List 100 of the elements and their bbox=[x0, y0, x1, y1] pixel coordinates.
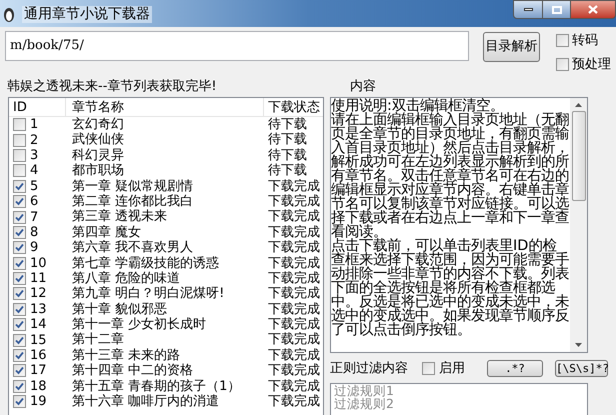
table-row[interactable]: 13 第十章 貌似邪恶 下载完成 bbox=[9, 302, 323, 318]
checkbox[interactable] bbox=[13, 164, 26, 178]
table-row[interactable]: 16 第十三章 未来的路 下载完成 bbox=[9, 348, 323, 364]
checkbox[interactable] bbox=[13, 118, 26, 132]
checkbox[interactable] bbox=[556, 58, 569, 71]
checkbox[interactable] bbox=[13, 148, 26, 162]
table-cell-text: 第十二章 bbox=[71, 332, 125, 348]
table-row[interactable]: 18 第十五章 青春期的孩子（1） 下载完成 bbox=[9, 378, 323, 394]
table-row[interactable]: 14 第十一章 少女初长成时 下载完成 bbox=[9, 317, 323, 332]
table-cell: 11 bbox=[30, 271, 47, 286]
table-row[interactable]: 10 第七章 学霸级技能的诱惑 下载完成 bbox=[9, 256, 323, 271]
table-cell: 4 bbox=[30, 163, 38, 178]
table-row[interactable]: 4 都市职场 待下载 bbox=[9, 163, 323, 179]
checkbox[interactable] bbox=[556, 34, 569, 48]
minimize-button[interactable] bbox=[513, 0, 543, 19]
table-row[interactable]: 1 玄幻奇幻 待下载 bbox=[9, 117, 323, 132]
table-cell-text: 下载完成 bbox=[267, 394, 321, 410]
table-cell: 1 bbox=[30, 117, 38, 132]
table-row[interactable]: 12 第九章 明白？明白泥煤呀! 下载完成 bbox=[9, 286, 323, 302]
table-cell: 15 bbox=[30, 332, 47, 348]
table-cell-text: 待下载 bbox=[267, 148, 308, 163]
scrollbar-thumb[interactable] bbox=[572, 111, 586, 201]
checkbox[interactable] bbox=[13, 241, 26, 254]
table-cell: 7 bbox=[30, 210, 38, 225]
checkbox[interactable] bbox=[13, 349, 26, 362]
table-cell: 3 bbox=[30, 148, 38, 163]
filter-label: 正则过滤内容 bbox=[330, 360, 409, 378]
checkbox[interactable] bbox=[13, 364, 26, 378]
table-cell: 14 bbox=[30, 317, 47, 332]
checkbox[interactable] bbox=[422, 362, 435, 375]
table-row[interactable]: 3 科幻灵异 待下载 bbox=[9, 148, 323, 164]
table-cell-text: 第六章 我不喜欢男人 bbox=[71, 240, 194, 256]
checkbox[interactable] bbox=[13, 210, 26, 224]
table-cell-text: 第十一章 少女初长成时 bbox=[71, 317, 208, 332]
table-cell-text: 下载完成 bbox=[267, 286, 321, 302]
checkbox[interactable] bbox=[13, 318, 26, 332]
table-cell-text: 玄幻奇幻 bbox=[71, 117, 125, 132]
table-cell: 16 bbox=[30, 348, 47, 364]
checkbox[interactable] bbox=[13, 195, 26, 208]
scrollbar[interactable] bbox=[570, 98, 587, 352]
table-cell: 8 bbox=[30, 224, 38, 240]
table-row[interactable]: 17 第十四章 中二的资格 下载完成 bbox=[9, 363, 323, 379]
close-button[interactable] bbox=[570, 0, 616, 19]
checkbox[interactable] bbox=[13, 256, 26, 270]
table-cell-text: 下载完成 bbox=[267, 317, 321, 332]
checkbox[interactable] bbox=[13, 272, 26, 286]
table-cell: 9 bbox=[30, 240, 38, 256]
table-cell-text: 武侠仙侠 bbox=[71, 132, 125, 148]
table-row[interactable]: 2 武侠仙侠 待下载 bbox=[9, 132, 323, 148]
table-cell-text: 第八章 危险的味道 bbox=[71, 270, 182, 286]
table-cell-text: 第四章 魔女 bbox=[71, 224, 142, 240]
table-cell-text: 下载完成 bbox=[267, 363, 321, 379]
table-cell: 5 bbox=[30, 178, 38, 194]
table-cell-text: 下载完成 bbox=[267, 178, 321, 194]
regex-button[interactable]: [\S\s]*? bbox=[555, 360, 608, 377]
table-cell-text: 第二章 连你都比我白 bbox=[71, 194, 194, 209]
checkbox[interactable] bbox=[13, 380, 26, 393]
table-cell-text: 下载完成 bbox=[267, 256, 321, 271]
table-cell-text: 第三章 透视未来 bbox=[71, 209, 168, 225]
column-header[interactable]: ID bbox=[9, 98, 66, 116]
table-row[interactable]: 11 第八章 危险的味道 下载完成 bbox=[9, 270, 323, 286]
close-icon bbox=[588, 5, 598, 14]
column-header[interactable]: 章节名称 bbox=[66, 98, 264, 116]
table-row[interactable]: 15 第十二章 下载完成 bbox=[9, 332, 323, 348]
checkbox[interactable] bbox=[13, 302, 26, 316]
table-cell-text: 下载完成 bbox=[267, 270, 321, 286]
table-row[interactable]: 7 第三章 透视未来 下载完成 bbox=[9, 209, 323, 225]
scroll-down-icon[interactable] bbox=[575, 343, 582, 347]
scroll-up-icon[interactable] bbox=[575, 103, 582, 107]
filter-rule: 过滤规则2 bbox=[334, 397, 395, 410]
checkbox[interactable] bbox=[13, 180, 26, 193]
checkbox[interactable] bbox=[13, 134, 26, 147]
table-cell-text: 下载完成 bbox=[267, 348, 321, 363]
table-cell-text: 下载完成 bbox=[267, 302, 321, 317]
table-cell: 6 bbox=[30, 194, 38, 210]
table-cell-text: 下载完成 bbox=[267, 209, 321, 225]
table-cell-text: 下载完成 bbox=[267, 224, 321, 240]
window-title: 通用章节小说下载器 bbox=[22, 6, 152, 23]
table-cell: 13 bbox=[30, 302, 47, 317]
table-row[interactable]: 6 第二章 连你都比我白 下载完成 bbox=[9, 194, 323, 210]
parse-button[interactable]: 目录解析 bbox=[482, 32, 540, 62]
table-cell-text: 科幻灵异 bbox=[71, 148, 125, 163]
table-row[interactable]: 8 第四章 魔女 下载完成 bbox=[9, 224, 323, 240]
url-field[interactable]: m/book/75/ bbox=[5, 31, 469, 61]
checkbox-label: 启用 bbox=[439, 360, 466, 378]
table-row[interactable]: 5 第一章 疑似常规剧情 下载完成 bbox=[9, 178, 323, 194]
checkbox[interactable] bbox=[13, 226, 26, 239]
regex-button[interactable]: .*? bbox=[487, 360, 543, 377]
checkbox[interactable] bbox=[13, 395, 26, 408]
filter-rules-field[interactable]: 过滤规则1 过滤规则2 bbox=[330, 383, 588, 415]
column-header[interactable]: 下载状态 bbox=[264, 98, 323, 116]
table-cell-text: 待下载 bbox=[267, 132, 308, 148]
checkbox[interactable] bbox=[13, 287, 26, 300]
table-row[interactable]: 19 第十六章 咖啡厅内的消遣 下载完成 bbox=[9, 394, 323, 410]
filter-rule: 过滤规则1 bbox=[334, 384, 395, 397]
maximize-button[interactable] bbox=[543, 0, 570, 19]
table-cell-text: 第十五章 青春期的孩子（1） bbox=[71, 378, 242, 394]
minimize-icon bbox=[524, 8, 532, 11]
table-row[interactable]: 9 第六章 我不喜欢男人 下载完成 bbox=[9, 240, 323, 256]
checkbox[interactable] bbox=[13, 334, 26, 347]
